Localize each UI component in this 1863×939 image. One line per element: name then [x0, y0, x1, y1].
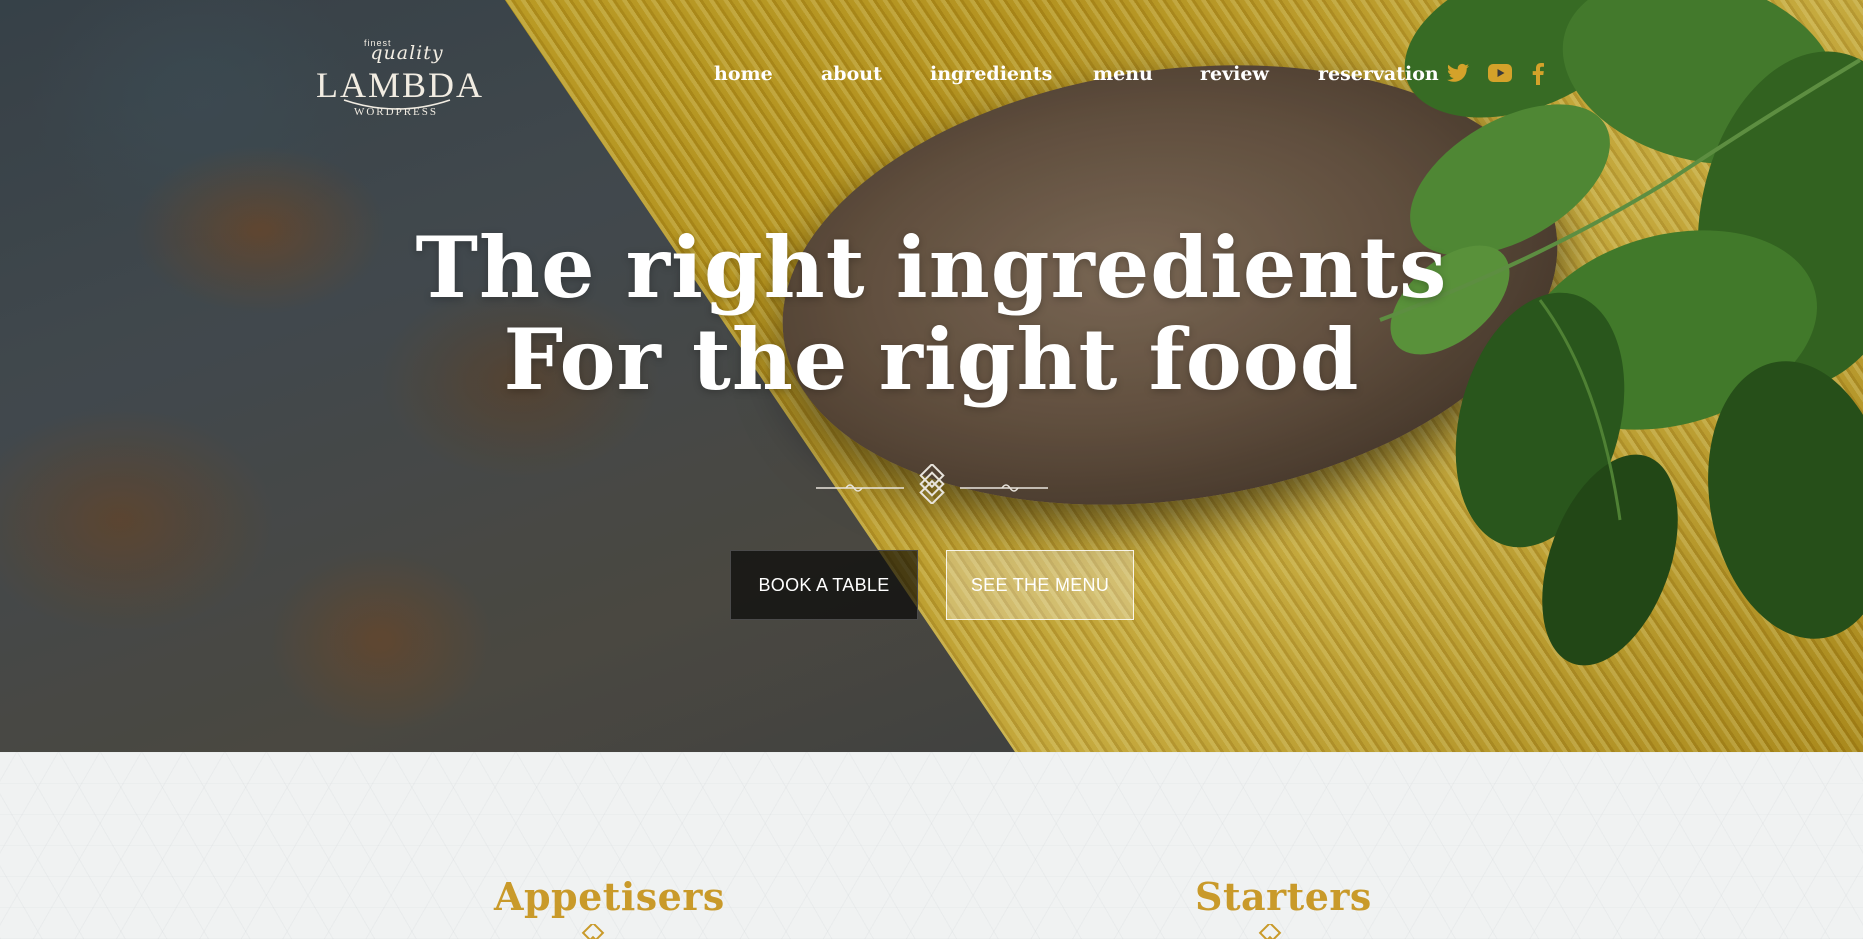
nav-item-home[interactable]: home: [714, 63, 773, 85]
site-logo[interactable]: finest quality LAMBDA WORDPRESS: [316, 28, 482, 128]
starters-ornament-icon: [1258, 924, 1282, 939]
youtube-icon[interactable]: [1488, 63, 1512, 83]
appetisers-title: Appetisers: [494, 874, 725, 919]
menu-section: Appetisers Starters: [0, 752, 1863, 939]
nav-item-reservation[interactable]: reservation: [1318, 63, 1439, 85]
starters-title: Starters: [1195, 874, 1372, 919]
hero-headline-line1: The right ingredients: [415, 218, 1448, 317]
appetisers-ornament-icon: [581, 924, 605, 939]
nav-item-review[interactable]: review: [1200, 63, 1269, 85]
nav-item-menu[interactable]: menu: [1093, 63, 1153, 85]
nav-item-ingredients[interactable]: ingredients: [930, 63, 1052, 85]
logo-quality-text: quality: [370, 42, 444, 64]
nav-item-about[interactable]: about: [821, 63, 882, 85]
twitter-icon[interactable]: [1447, 63, 1469, 83]
book-table-button[interactable]: BOOK A TABLE: [730, 550, 918, 620]
hero-headline-line2: For the right food: [503, 310, 1360, 409]
logo-subtitle: WORDPRESS: [353, 106, 439, 118]
facebook-icon[interactable]: [1532, 63, 1544, 85]
ornament-divider-icon: [816, 464, 1048, 504]
hero-headline: The right ingredients For the right food: [0, 222, 1863, 406]
see-menu-button[interactable]: SEE THE MENU: [946, 550, 1134, 620]
